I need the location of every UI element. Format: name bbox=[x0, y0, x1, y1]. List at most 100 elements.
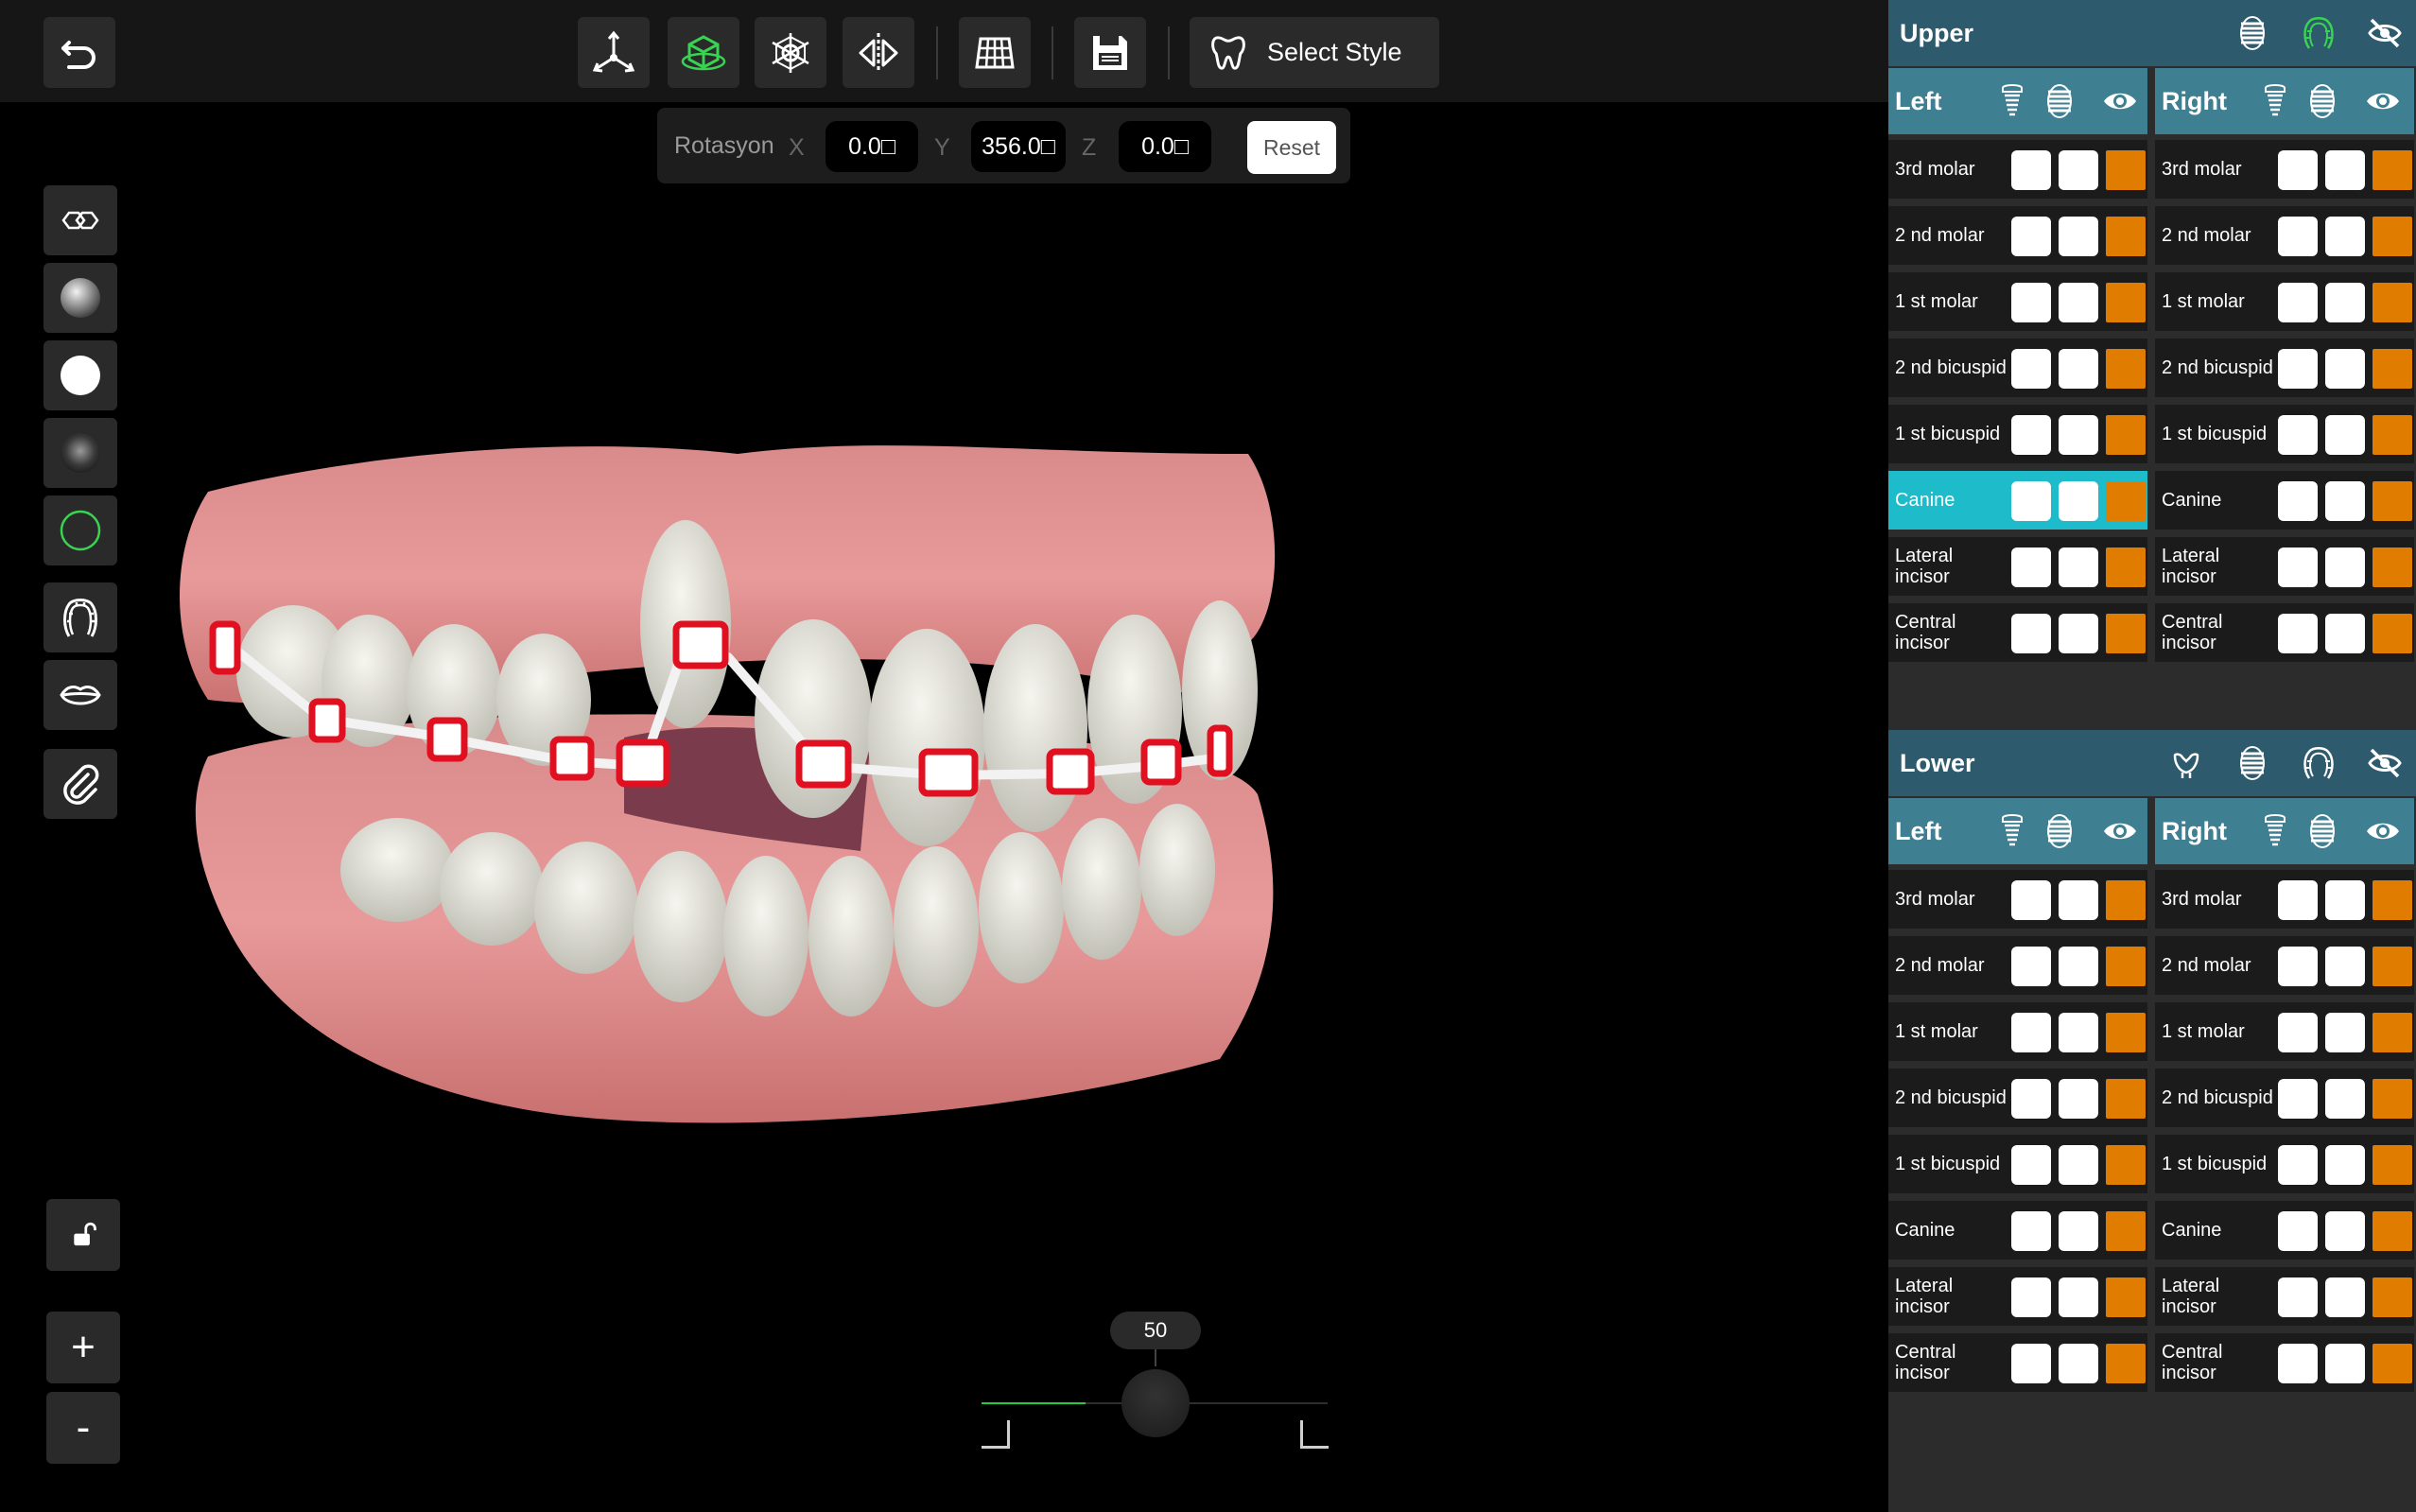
tooth-color-swatch[interactable] bbox=[2106, 880, 2146, 920]
wireframe-button[interactable] bbox=[755, 17, 826, 88]
bracket-checkbox[interactable] bbox=[2059, 481, 2098, 521]
mirror-button[interactable] bbox=[843, 17, 914, 88]
move-axes-button[interactable] bbox=[578, 17, 650, 88]
bracket-checkbox[interactable] bbox=[2325, 547, 2365, 587]
implant-checkbox[interactable] bbox=[2278, 217, 2318, 256]
bracket-checkbox[interactable] bbox=[2325, 947, 2365, 986]
tooth-row[interactable]: 3rd molar bbox=[2155, 870, 2414, 929]
tooth-row[interactable]: 1 st bicuspid bbox=[1888, 1135, 2147, 1193]
bracket-checkbox[interactable] bbox=[2059, 880, 2098, 920]
tooth-row[interactable]: Canine bbox=[1888, 1201, 2147, 1260]
tooth-row[interactable]: 1 st bicuspid bbox=[1888, 405, 2147, 463]
tooth-row[interactable]: 2 nd molar bbox=[1888, 206, 2147, 265]
tooth-color-swatch[interactable] bbox=[2106, 947, 2146, 986]
bracket-checkbox[interactable] bbox=[2325, 614, 2365, 653]
bracket-checkbox[interactable] bbox=[2325, 481, 2365, 521]
implant-checkbox[interactable] bbox=[2011, 415, 2051, 455]
lower-left-visibility-toggle[interactable] bbox=[2100, 811, 2140, 851]
tooth-row[interactable]: 2 nd bicuspid bbox=[2155, 1069, 2414, 1127]
tooth-row[interactable]: 1 st molar bbox=[2155, 272, 2414, 331]
view-3d-button[interactable] bbox=[668, 17, 739, 88]
tooth-row[interactable]: Lateral incisor bbox=[1888, 537, 2147, 596]
white-material-button[interactable] bbox=[43, 340, 117, 410]
tooth-row[interactable]: 1 st molar bbox=[2155, 1002, 2414, 1061]
tooth-row[interactable]: 1 st bicuspid bbox=[2155, 405, 2414, 463]
tooth-color-swatch[interactable] bbox=[2373, 1211, 2412, 1251]
implant-checkbox[interactable] bbox=[2278, 1344, 2318, 1383]
implant-checkbox[interactable] bbox=[2011, 880, 2051, 920]
implant-checkbox[interactable] bbox=[2011, 1344, 2051, 1383]
lower-right-implant-toggle[interactable] bbox=[2255, 811, 2295, 851]
tooth-color-swatch[interactable] bbox=[2106, 415, 2146, 455]
select-style-button[interactable]: Select Style bbox=[1190, 17, 1439, 88]
tooth-color-swatch[interactable] bbox=[2373, 283, 2412, 322]
upper-visibility-toggle[interactable] bbox=[2365, 13, 2405, 53]
x-rotation-input[interactable]: 0.0□ bbox=[826, 121, 918, 172]
tooth-color-swatch[interactable] bbox=[2373, 1344, 2412, 1383]
undo-button[interactable] bbox=[43, 17, 115, 88]
bracket-checkbox[interactable] bbox=[2059, 947, 2098, 986]
tooth-color-swatch[interactable] bbox=[2373, 1277, 2412, 1317]
lips-button[interactable] bbox=[43, 660, 117, 730]
lower-right-visibility-toggle[interactable] bbox=[2363, 811, 2403, 851]
reset-rotation-button[interactable]: Reset bbox=[1247, 121, 1336, 174]
implant-checkbox[interactable] bbox=[2011, 1079, 2051, 1119]
bracket-checkbox[interactable] bbox=[2325, 880, 2365, 920]
implant-checkbox[interactable] bbox=[2011, 614, 2051, 653]
implant-checkbox[interactable] bbox=[2011, 283, 2051, 322]
upper-right-visibility-toggle[interactable] bbox=[2363, 81, 2403, 121]
tooth-color-swatch[interactable] bbox=[2373, 415, 2412, 455]
tooth-row[interactable]: 3rd molar bbox=[1888, 140, 2147, 199]
tooth-row[interactable]: 3rd molar bbox=[2155, 140, 2414, 199]
bracket-checkbox[interactable] bbox=[2059, 415, 2098, 455]
tooth-row[interactable]: 2 nd bicuspid bbox=[2155, 339, 2414, 397]
tooth-row[interactable]: Central incisor bbox=[2155, 1333, 2414, 1392]
implant-checkbox[interactable] bbox=[2278, 481, 2318, 521]
tooth-color-swatch[interactable] bbox=[2106, 1277, 2146, 1317]
tooth-row[interactable]: 2 nd bicuspid bbox=[1888, 1069, 2147, 1127]
z-rotation-input[interactable]: 0.0□ bbox=[1119, 121, 1211, 172]
gray-material-button[interactable] bbox=[43, 263, 117, 333]
implant-checkbox[interactable] bbox=[2278, 283, 2318, 322]
upper-right-implant-toggle[interactable] bbox=[2255, 81, 2295, 121]
implant-checkbox[interactable] bbox=[2278, 150, 2318, 190]
bracket-checkbox[interactable] bbox=[2325, 1277, 2365, 1317]
bracket-checkbox[interactable] bbox=[2059, 217, 2098, 256]
bracket-checkbox[interactable] bbox=[2325, 150, 2365, 190]
tooth-row[interactable]: Canine bbox=[1888, 471, 2147, 530]
bracket-checkbox[interactable] bbox=[2059, 1211, 2098, 1251]
implant-checkbox[interactable] bbox=[2278, 349, 2318, 389]
tooth-color-swatch[interactable] bbox=[2373, 614, 2412, 653]
bracket-checkbox[interactable] bbox=[2059, 1145, 2098, 1185]
bracket-checkbox[interactable] bbox=[2059, 1277, 2098, 1317]
upper-right-brackets-toggle[interactable] bbox=[2303, 81, 2342, 121]
tooth-row[interactable]: 3rd molar bbox=[1888, 870, 2147, 929]
bracket-checkbox[interactable] bbox=[2325, 283, 2365, 322]
bracket-checkbox[interactable] bbox=[2059, 547, 2098, 587]
lower-right-brackets-toggle[interactable] bbox=[2303, 811, 2342, 851]
tooth-row[interactable]: Lateral incisor bbox=[1888, 1267, 2147, 1326]
tooth-row[interactable]: Lateral incisor bbox=[2155, 1267, 2414, 1326]
tooth-color-swatch[interactable] bbox=[2106, 1344, 2146, 1383]
bracket-checkbox[interactable] bbox=[2059, 1344, 2098, 1383]
y-rotation-input[interactable]: 356.0□ bbox=[971, 121, 1066, 172]
lower-arch-toggle[interactable] bbox=[2299, 743, 2338, 783]
upper-arch-toggle[interactable] bbox=[2299, 13, 2338, 53]
bracket-checkbox[interactable] bbox=[2059, 150, 2098, 190]
bracket-checkbox[interactable] bbox=[2059, 614, 2098, 653]
bracket-checkbox[interactable] bbox=[2325, 217, 2365, 256]
bracket-checkbox[interactable] bbox=[2059, 1079, 2098, 1119]
tooth-color-swatch[interactable] bbox=[2106, 217, 2146, 256]
implant-checkbox[interactable] bbox=[2278, 1211, 2318, 1251]
tooth-row[interactable]: Canine bbox=[2155, 1201, 2414, 1260]
implant-checkbox[interactable] bbox=[2278, 415, 2318, 455]
upper-brackets-toggle[interactable] bbox=[2233, 13, 2272, 53]
lower-left-brackets-toggle[interactable] bbox=[2040, 811, 2079, 851]
slider-knob[interactable] bbox=[1121, 1369, 1190, 1437]
tooth-row[interactable]: Canine bbox=[2155, 471, 2414, 530]
implant-checkbox[interactable] bbox=[2278, 1145, 2318, 1185]
upper-left-brackets-toggle[interactable] bbox=[2040, 81, 2079, 121]
tooth-color-swatch[interactable] bbox=[2106, 1013, 2146, 1052]
implant-checkbox[interactable] bbox=[2278, 1013, 2318, 1052]
lock-button[interactable] bbox=[46, 1199, 120, 1271]
